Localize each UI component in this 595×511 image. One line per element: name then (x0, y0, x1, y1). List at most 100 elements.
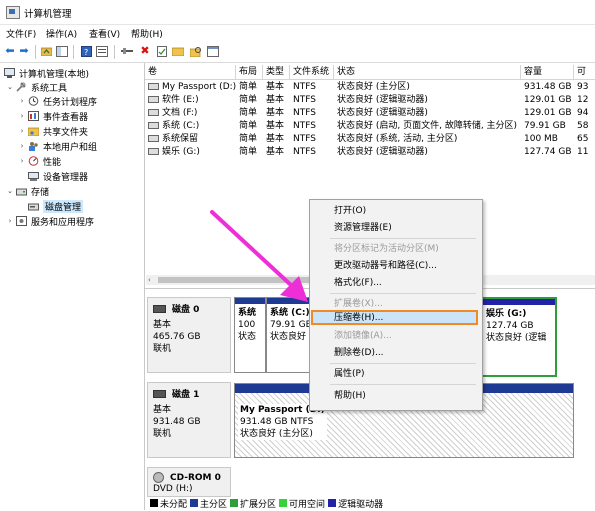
filesystem-cell: NTFS (293, 82, 316, 92)
storage-icon (16, 186, 27, 196)
menu-item-properties[interactable]: 属性(P) (334, 368, 364, 380)
volume-icon (148, 109, 159, 116)
menu-help[interactable]: 帮助(H) (131, 27, 163, 40)
volume-name-cell: 软件 (E:) (148, 94, 199, 107)
tree-item-label: 任务计划程序 (43, 97, 98, 108)
search-folder-icon[interactable] (190, 45, 202, 57)
scroll-left-icon[interactable]: ‹ (148, 276, 151, 284)
table-row[interactable]: My Passport (D:) 简单 基本 NTFS 状态良好 (主分区) 9… (145, 81, 595, 94)
chevron-right-icon[interactable]: › (18, 142, 26, 150)
users-icon (28, 141, 39, 151)
status-cell: 状态良好 (主分区) (337, 82, 410, 92)
disk-1-type: 基本 (153, 405, 172, 415)
menu-item-delete-volume[interactable]: 删除卷(D)... (334, 347, 384, 359)
folder-icon[interactable] (172, 45, 184, 57)
table-row[interactable]: 软件 (E:) 简单 基本 NTFS 状态良好 (逻辑驱动器) 129.01 G… (145, 94, 595, 107)
console-tree-icon[interactable] (56, 45, 68, 57)
menu-item-change-drive-letter[interactable]: 更改驱动器号和路径(C)... (334, 260, 437, 272)
shared-folder-icon (27, 126, 40, 137)
tree-item-disk-management[interactable]: 磁盘管理 (26, 199, 84, 213)
volume-icon (148, 122, 159, 129)
table-row[interactable]: 系统 (C:) 简单 基本 NTFS 状态良好 (启动, 页面文件, 故障转储,… (145, 120, 595, 133)
legend-swatch-logical (328, 499, 337, 507)
volume-list-header: 卷 布局 类型 文件系统 状态 容量 可 (145, 65, 595, 80)
up-folder-icon[interactable] (40, 45, 52, 57)
tree-item-shared-folders[interactable]: › 共享文件夹 (18, 124, 88, 138)
properties-icon[interactable] (156, 45, 168, 57)
chevron-right-icon[interactable]: › (18, 127, 26, 135)
table-row[interactable]: 文档 (F:) 简单 基本 NTFS 状态良好 (逻辑驱动器) 129.01 G… (145, 107, 595, 120)
table-row[interactable]: 系统保留 简单 基本 NTFS 状态良好 (系统, 活动, 主分区) 100 M… (145, 133, 595, 146)
help-book-icon[interactable]: ? (80, 45, 92, 57)
volume-name-cell: My Passport (D:) (148, 81, 236, 94)
menu-view[interactable]: 查看(V) (89, 27, 120, 40)
clock-icon (28, 96, 39, 106)
disk-0-type: 基本 (153, 320, 172, 330)
delete-icon[interactable]: ✖ (139, 45, 151, 57)
volume-icon (148, 135, 159, 142)
column-header-capacity[interactable]: 容量 (521, 65, 574, 79)
menu-separator (330, 384, 476, 385)
partition-entertainment-g[interactable]: 娱乐 (G:) 127.74 GB 状态良好 (逻辑 (481, 297, 557, 377)
connect-icon[interactable] (121, 45, 133, 57)
menu-item-add-mirror[interactable]: 添加镜像(A)... (334, 330, 392, 342)
disk-icon (153, 304, 166, 313)
tree-item-performance[interactable]: › 性能 (18, 154, 61, 168)
disk-1-label[interactable]: 磁盘 1 基本 931.48 GB 联机 (147, 382, 231, 458)
chevron-right-icon[interactable]: › (18, 112, 26, 120)
tree-item-task-scheduler[interactable]: › 任务计划程序 (18, 94, 97, 108)
chevron-right-icon[interactable]: › (18, 157, 26, 165)
tree-item-label: 性能 (43, 157, 62, 168)
tree-item-local-users[interactable]: › 本地用户和组 (18, 139, 97, 153)
capacity-cell: 100 MB (524, 134, 558, 144)
tree-item-device-manager[interactable]: 设备管理器 (26, 169, 88, 183)
menu-separator (330, 238, 476, 239)
tree-item-event-viewer[interactable]: › 事件查看器 (18, 109, 88, 123)
chevron-down-icon[interactable]: ⌄ (6, 187, 14, 195)
status-cell: 状态良好 (启动, 页面文件, 故障转储, 主分区) (337, 121, 518, 131)
menu-item-format[interactable]: 格式化(F)... (334, 277, 382, 289)
capacity-cell: 129.01 GB (524, 108, 572, 118)
tree-item-label: 服务和应用程序 (31, 217, 95, 228)
menu-item-help[interactable]: 帮助(H) (334, 390, 366, 402)
tree-item-label: 本地用户和组 (43, 142, 98, 153)
column-header-type[interactable]: 类型 (263, 65, 290, 79)
column-header-volume[interactable]: 卷 (145, 65, 236, 79)
column-header-status[interactable]: 状态 (334, 65, 521, 79)
column-header-filesystem[interactable]: 文件系统 (290, 65, 334, 79)
tree-item-storage[interactable]: ⌄ 存储 (6, 184, 49, 198)
view-icon[interactable] (96, 45, 108, 57)
menu-item-explorer[interactable]: 资源管理器(E) (334, 222, 392, 234)
chevron-right-icon[interactable]: › (18, 97, 26, 105)
menu-file[interactable]: 文件(F) (6, 27, 36, 40)
svg-text:?: ? (84, 48, 88, 57)
disk-0-state: 联机 (153, 344, 172, 354)
layout-cell: 简单 (239, 121, 258, 131)
toolbar-separator (73, 45, 74, 59)
chevron-down-icon[interactable]: ⌄ (6, 83, 14, 91)
tree-item-services-apps[interactable]: › 服务和应用程序 (6, 214, 94, 228)
tree-item-system-tools[interactable]: ⌄ 系统工具 (6, 80, 67, 94)
tree-item-computer-management[interactable]: 计算机管理(本地) (2, 66, 89, 80)
menu-item-mark-active[interactable]: 将分区标记为活动分区(M) (334, 243, 439, 255)
tree-item-label: 系统工具 (31, 83, 68, 94)
free-cell: 58 (577, 121, 589, 131)
column-header-layout[interactable]: 布局 (236, 65, 263, 79)
column-header-free[interactable]: 可 (574, 65, 595, 79)
performance-icon (28, 156, 39, 166)
status-cell: 状态良好 (系统, 活动, 主分区) (337, 134, 458, 144)
disk-icon (153, 389, 166, 398)
system-tools-icon (16, 82, 27, 92)
annotation-arrow-icon (210, 210, 308, 302)
forward-arrow-icon[interactable]: ➡ (18, 45, 30, 57)
window-icon[interactable] (207, 45, 219, 57)
menu-action[interactable]: 操作(A) (46, 27, 77, 40)
menu-item-shrink-volume[interactable]: 压缩卷(H)... (334, 312, 383, 324)
cdrom-label[interactable]: CD-ROM 0 DVD (H:) (147, 467, 231, 497)
menu-item-open[interactable]: 打开(O) (334, 205, 366, 217)
table-row[interactable]: 娱乐 (G:) 简单 基本 NTFS 状态良好 (逻辑驱动器) 127.74 G… (145, 146, 595, 159)
menu-item-extend-volume[interactable]: 扩展卷(X)... (334, 298, 383, 310)
back-arrow-icon[interactable]: ⬅ (4, 45, 16, 57)
chevron-right-icon[interactable]: › (6, 217, 14, 225)
cdrom-title: CD-ROM 0 (153, 472, 225, 483)
